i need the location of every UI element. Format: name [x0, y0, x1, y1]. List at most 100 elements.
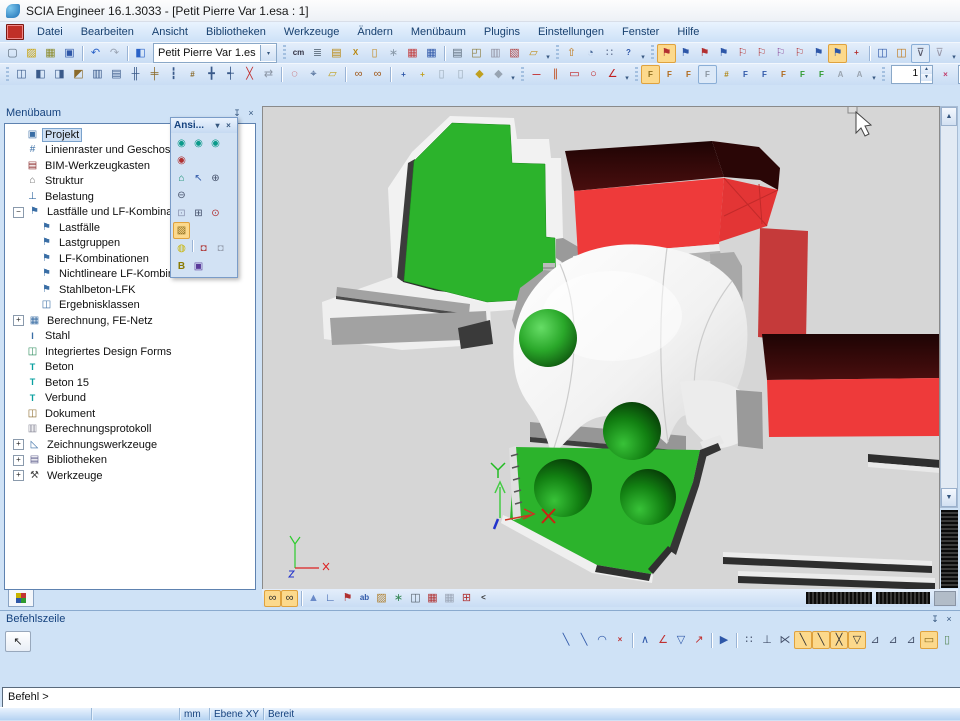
command-input[interactable]: Befehl > — [2, 687, 960, 709]
member-plate-icon[interactable]: # — [183, 65, 202, 84]
view-y-icon[interactable]: ◉ — [190, 135, 207, 152]
snap-line-2-icon[interactable]: ╲ — [575, 631, 593, 649]
loadcase-8-icon[interactable]: ⚐ — [790, 44, 809, 63]
wireframe-glasses-icon[interactable]: ∞ — [264, 590, 281, 607]
tree-item-beton[interactable]: TBeton — [5, 360, 255, 376]
visibility-filter-off-icon[interactable]: ⊽ — [930, 44, 949, 63]
xml-export-icon[interactable]: X — [346, 44, 365, 63]
freeform-a1-icon[interactable]: A — [831, 65, 850, 84]
cursor-snap-settings-icon[interactable]: ▶ — [715, 631, 733, 649]
draw-parallel-icon[interactable]: ∥ — [546, 65, 565, 84]
scrollbar-track[interactable] — [941, 126, 957, 488]
panel-tab[interactable] — [8, 590, 34, 607]
view-projection-icon[interactable]: ⌂ — [173, 170, 190, 187]
loadcase-4-icon[interactable]: ⚑ — [714, 44, 733, 63]
menu-men-baum[interactable]: Menübaum — [402, 22, 475, 42]
status-units[interactable]: mm — [180, 708, 210, 720]
mesh-ball-icon[interactable]: ∗ — [384, 44, 403, 63]
zoom-all-icon[interactable]: ⊞ — [190, 205, 207, 222]
ruler-icon[interactable]: ▭ — [920, 631, 938, 649]
tree-item-verbund[interactable]: TVerbund — [5, 391, 255, 407]
freeform-f2-icon[interactable]: F — [660, 65, 679, 84]
menu-datei[interactable]: Datei — [28, 22, 72, 42]
snap-vector-icon[interactable]: ↗ — [690, 631, 708, 649]
gallery-icon[interactable]: ▱ — [524, 44, 543, 63]
add-node-yellow-icon[interactable]: + — [413, 65, 432, 84]
freeform-f8-icon[interactable]: F — [774, 65, 793, 84]
status-plane[interactable]: Ebene XY — [210, 708, 264, 720]
dot-grid-icon[interactable]: ∷ — [600, 44, 619, 63]
polygon-select-icon[interactable]: ▱ — [323, 65, 342, 84]
add-node-blue-icon[interactable]: + — [394, 65, 413, 84]
project-manager-icon[interactable]: cm — [289, 44, 308, 63]
open-project-icon[interactable]: ▨ — [22, 44, 41, 63]
tree-item-stahlbeton-lfk[interactable]: ⚑Stahlbeton-LFK — [5, 282, 255, 298]
pin-icon[interactable]: ↧ — [928, 613, 942, 626]
member-rib-icon[interactable]: ◨ — [50, 65, 69, 84]
member-opening-icon[interactable]: ╫ — [126, 65, 145, 84]
tree-item-zeichnungswerkzeuge[interactable]: +◺Zeichnungswerkzeuge — [5, 437, 255, 453]
render-glasses-icon[interactable]: ∞ — [281, 590, 298, 607]
zoom-out-icon[interactable]: ⊖ — [173, 187, 190, 204]
loadcase-active-icon[interactable]: ⚑ — [828, 44, 847, 63]
snap-arc-icon[interactable]: ◠ — [593, 631, 611, 649]
tree-item-beton-15[interactable]: TBeton 15 — [5, 375, 255, 391]
tree-item-dokument[interactable]: ◫Dokument — [5, 406, 255, 422]
project-data-icon[interactable]: ▤ — [327, 44, 346, 63]
overflow-button[interactable]: ▾ — [543, 44, 553, 63]
collapsed-dark-toolbar-2[interactable] — [876, 592, 930, 604]
snap-delete-icon[interactable]: × — [611, 631, 629, 649]
print-icon[interactable]: ▤ — [448, 44, 467, 63]
overflow-button[interactable]: ▾ — [508, 65, 518, 84]
context-help-icon[interactable]: ? — [619, 44, 638, 63]
link-nodes-icon[interactable]: ∞ — [349, 65, 368, 84]
member-column-icon[interactable]: ◫ — [12, 65, 31, 84]
document-red-icon[interactable]: ▧ — [505, 44, 524, 63]
collapse-box-icon[interactable]: − — [13, 207, 24, 218]
expand-box-icon[interactable]: + — [13, 439, 24, 450]
loadcase-2-icon[interactable]: ⚑ — [676, 44, 695, 63]
table-input-icon[interactable]: ▦ — [422, 44, 441, 63]
expand-box-icon[interactable]: + — [13, 455, 24, 466]
menu-ansicht[interactable]: Ansicht — [143, 22, 197, 42]
scale-spinner-arrows[interactable]: ▲▼ — [920, 66, 932, 83]
member-panel-icon[interactable]: ╋ — [202, 65, 221, 84]
chevron-down-icon[interactable]: ▾ — [212, 121, 223, 130]
draw-line-icon[interactable]: — — [527, 65, 546, 84]
viewport-3d-model[interactable] — [262, 106, 940, 590]
active-project-combobox[interactable]: Petit Pierre Var 1.es ▾ — [153, 43, 277, 63]
scroll-down-icon[interactable]: ▼ — [941, 488, 957, 507]
tree-item-bibliotheken[interactable]: +▤Bibliotheken — [5, 453, 255, 469]
view-z-icon[interactable]: ◉ — [207, 135, 224, 152]
member-beam-icon[interactable]: ◧ — [31, 65, 50, 84]
menu-hilfe[interactable]: Hilfe — [668, 22, 708, 42]
close-icon[interactable]: × — [223, 121, 234, 130]
cursor-mode-button[interactable]: ↖ — [5, 631, 31, 652]
snap-perpendicular-icon[interactable]: ⊿ — [902, 631, 920, 649]
freeform-grid-icon[interactable]: # — [717, 65, 736, 84]
toolbar-grip[interactable] — [882, 67, 885, 83]
grid-colored-icon[interactable]: ⊞ — [458, 590, 475, 607]
link-members-icon[interactable]: ∞ — [368, 65, 387, 84]
member-wall-icon[interactable]: ▤ — [107, 65, 126, 84]
document-window-icon[interactable] — [6, 24, 24, 40]
table-colored-icon[interactable]: ▦ — [424, 590, 441, 607]
view-x-icon[interactable]: ◉ — [173, 135, 190, 152]
open-table-icon[interactable]: ◫ — [892, 44, 911, 63]
collapsed-dark-toolbar-1[interactable] — [806, 592, 872, 604]
scroll-left-icon[interactable]: < — [475, 590, 492, 607]
expand-box-icon[interactable]: + — [13, 470, 24, 481]
snap-triangle-icon[interactable]: ▽ — [672, 631, 690, 649]
layers-icon[interactable]: ≣ — [308, 44, 327, 63]
mesh-nodes-icon[interactable]: ∗ — [390, 590, 407, 607]
member-subregion-icon[interactable]: ╪ — [145, 65, 164, 84]
draw-angle-icon[interactable]: ∠ — [603, 65, 622, 84]
visibility-filter-on-icon[interactable]: ⊽ — [911, 44, 930, 63]
ansicht-toolbar-titlebar[interactable]: Ansi... ▾ × — [171, 118, 237, 133]
dimension-1-icon[interactable]: ▯ — [432, 65, 451, 84]
window-layout-icon[interactable]: ◧ — [131, 44, 150, 63]
modify-gray-icon[interactable]: ◆ — [489, 65, 508, 84]
scroll-up-icon[interactable]: ▲ — [941, 107, 957, 126]
zoom-selection-icon[interactable]: ⊙ — [207, 205, 224, 222]
walk-mode-icon[interactable]: ↖ — [190, 170, 207, 187]
